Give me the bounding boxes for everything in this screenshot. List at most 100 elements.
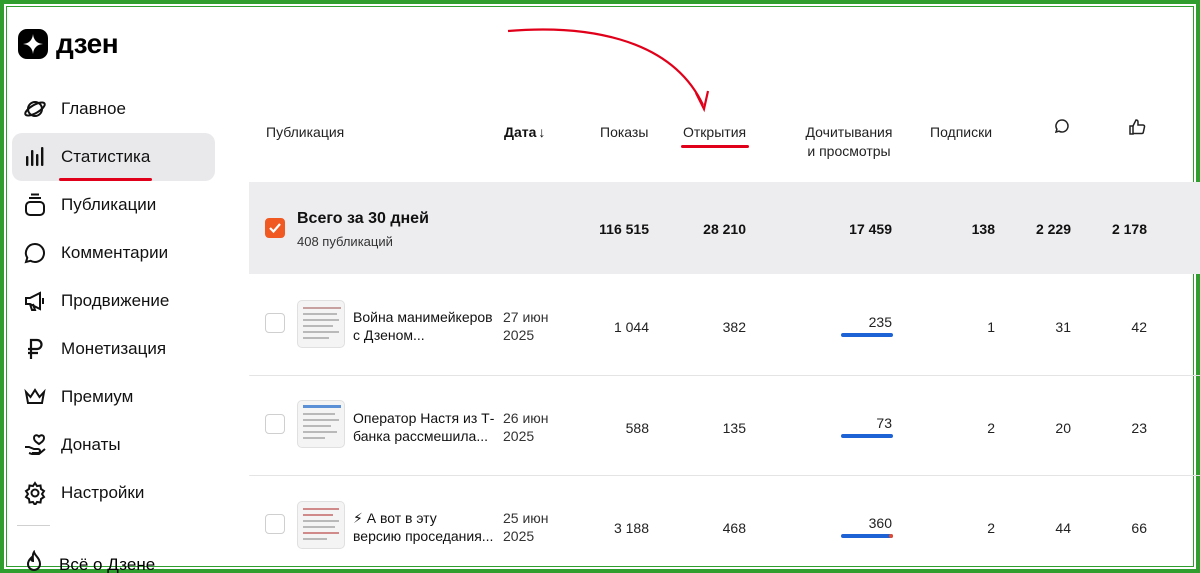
publication-title[interactable]: Война манимейкеров с Дзеном... — [353, 308, 495, 344]
table-row[interactable]: Оператор Настя из Т- банка рассмешила...… — [249, 377, 1200, 477]
totals-likes: 2 178 — [1111, 221, 1147, 237]
cell-opens: 382 — [722, 319, 746, 335]
header-subscriptions[interactable]: Подписки — [930, 123, 992, 142]
sidebar-item-about[interactable]: Всё о Дзене — [22, 549, 155, 573]
row-divider — [249, 375, 1200, 376]
sidebar-item-premium[interactable]: Премиум — [12, 373, 215, 421]
reads-progress-bar — [841, 434, 893, 438]
crown-icon — [22, 384, 48, 410]
cell-likes: 23 — [1131, 420, 1147, 436]
header-likes[interactable] — [1128, 118, 1146, 141]
reads-progress-bar — [841, 333, 893, 337]
cell-opens: 468 — [722, 520, 746, 536]
totals-shows: 116 515 — [599, 221, 649, 237]
header-shows[interactable]: Показы — [600, 123, 648, 142]
title-line: с Дзеном... — [353, 327, 425, 343]
date-line: 2025 — [503, 327, 535, 343]
stack-icon — [22, 192, 48, 218]
sidebar-item-label: Монетизация — [61, 339, 167, 358]
title-line: Война манимейкеров — [353, 309, 493, 325]
cell-likes: 66 — [1131, 520, 1147, 536]
totals-reads: 17 459 — [849, 221, 892, 237]
cell-opens: 135 — [722, 420, 746, 436]
table-row[interactable]: ⚡ А вот в эту версию проседания... 25 ию… — [249, 477, 1200, 573]
header-date[interactable]: Дата ↓ — [504, 123, 545, 142]
sidebar-item-label: Главное — [61, 99, 126, 118]
row-divider — [249, 475, 1200, 476]
date-line: 27 июн — [503, 309, 549, 325]
cell-reads: 235 — [868, 314, 892, 330]
publication-title[interactable]: ⚡ А вот в эту версию проседания... — [353, 509, 495, 545]
totals-comments: 2 229 — [1035, 221, 1071, 237]
cell-likes: 42 — [1131, 319, 1147, 335]
publication-date: 27 июн 2025 — [503, 308, 549, 344]
sidebar-item-publications[interactable]: Публикации — [12, 181, 215, 229]
sidebar-item-label: Продвижение — [61, 291, 170, 310]
sidebar-item-label: Комментарии — [61, 243, 169, 262]
cell-comments: 20 — [1055, 420, 1071, 436]
date-line: 2025 — [503, 528, 535, 544]
header-comments[interactable] — [1054, 118, 1070, 139]
date-line: 26 июн — [503, 410, 549, 426]
cell-shows: 1 044 — [613, 319, 649, 335]
gear-icon — [22, 480, 48, 506]
header-reads-line1: Дочитывания — [805, 124, 893, 140]
sidebar-item-promotion[interactable]: Продвижение — [12, 277, 215, 325]
sort-down-arrow-icon: ↓ — [538, 124, 546, 140]
sidebar-item-label: Премиум — [61, 387, 134, 406]
date-line: 25 июн — [503, 510, 549, 526]
red-arrow-annotation — [507, 28, 710, 113]
sidebar-item-settings[interactable]: Настройки — [12, 469, 215, 517]
table-row[interactable]: Война манимейкеров с Дзеном... 27 июн 20… — [249, 276, 1200, 376]
row-checkbox[interactable] — [265, 313, 285, 333]
check-icon — [269, 223, 281, 234]
cell-shows: 588 — [625, 420, 649, 436]
header-reads[interactable]: Дочитывания и просмотры — [804, 123, 894, 161]
sidebar-item-donates[interactable]: Донаты — [12, 421, 215, 469]
row-checkbox[interactable] — [265, 514, 285, 534]
publication-thumbnail[interactable] — [297, 300, 345, 348]
sidebar-item-label: Настройки — [61, 483, 145, 502]
row-checkbox[interactable] — [265, 414, 285, 434]
publication-date: 26 июн 2025 — [503, 409, 549, 445]
totals-title: Всего за 30 дней — [297, 210, 429, 227]
thumb-up-icon — [1129, 119, 1146, 135]
red-underline-annotation — [681, 145, 749, 148]
cell-reads: 73 — [876, 415, 892, 431]
cell-comments: 31 — [1055, 319, 1071, 335]
sidebar-divider — [17, 525, 50, 526]
dzen-star-icon — [18, 29, 48, 59]
reads-progress-bar — [841, 534, 893, 538]
totals-opens: 28 210 — [703, 221, 746, 237]
publication-date: 25 июн 2025 — [503, 509, 549, 545]
donate-hand-icon — [22, 432, 48, 458]
publication-thumbnail[interactable] — [297, 400, 345, 448]
flame-icon — [22, 549, 46, 573]
header-reads-line2: и просмотры — [807, 143, 891, 159]
cell-reads: 360 — [868, 515, 892, 531]
cell-subscriptions: 2 — [987, 520, 995, 536]
select-all-checkbox[interactable] — [265, 218, 285, 238]
ruble-icon — [22, 336, 48, 362]
header-publication: Публикация — [266, 124, 345, 140]
table-header: Публикация Дата ↓ Показы Открытия Дочитыв… — [0, 118, 1200, 168]
megaphone-icon — [22, 288, 48, 314]
publication-thumbnail[interactable] — [297, 501, 345, 549]
totals-subtitle: 408 публикаций — [297, 234, 393, 249]
date-line: 2025 — [503, 428, 535, 444]
title-line: банка рассмешила... — [353, 428, 488, 444]
cell-comments: 44 — [1055, 520, 1071, 536]
sidebar-item-comments[interactable]: Комментарии — [12, 229, 215, 277]
logo-text: дзен — [56, 28, 119, 59]
dzen-logo[interactable]: дзен — [18, 28, 119, 60]
header-date-label: Дата — [504, 124, 537, 140]
totals-row: Всего за 30 дней 408 публикаций 116 515 … — [249, 182, 1200, 274]
cell-shows: 3 188 — [613, 520, 649, 536]
sidebar-item-label: Донаты — [61, 435, 121, 454]
header-opens[interactable]: Открытия — [683, 123, 746, 142]
comment-icon — [1054, 119, 1069, 134]
sidebar-item-label: Публикации — [61, 195, 157, 214]
publication-title[interactable]: Оператор Настя из Т- банка рассмешила... — [353, 409, 495, 445]
title-line: Оператор Настя из Т- — [353, 410, 495, 426]
sidebar-item-monetization[interactable]: Монетизация — [12, 325, 215, 373]
